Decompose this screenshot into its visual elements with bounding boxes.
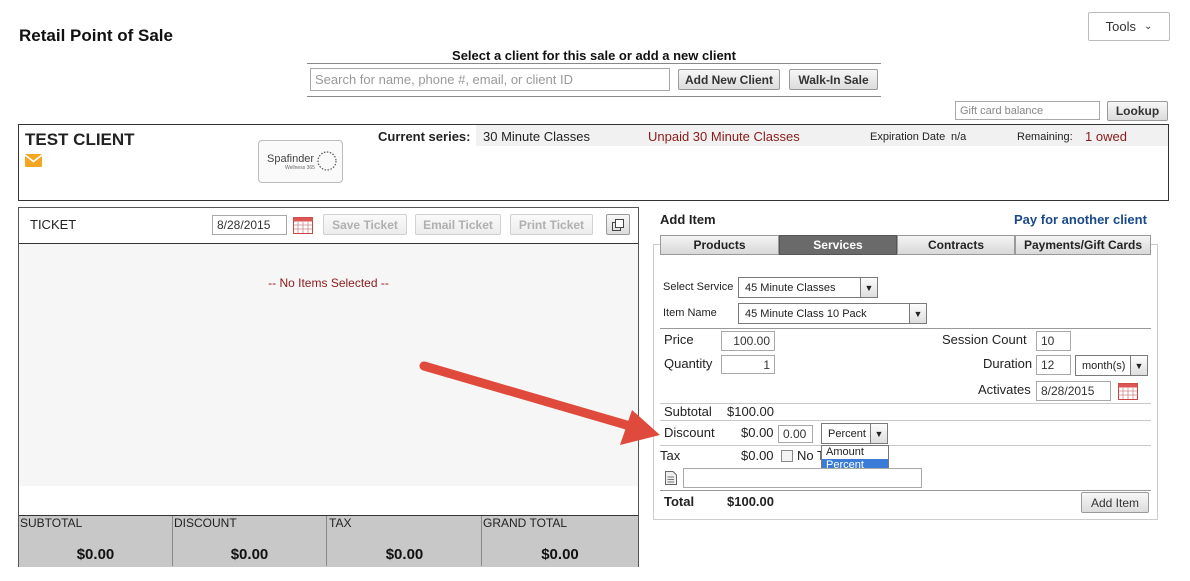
calendar-icon[interactable] [293, 215, 313, 234]
ticket-title: TICKET [30, 217, 77, 232]
option-amount[interactable]: Amount [822, 446, 888, 459]
tools-button[interactable]: Tools ⌄ [1088, 12, 1170, 41]
discount-total-value: $0.00 [230, 546, 269, 563]
logo-text: Spafinder [267, 153, 315, 165]
select-service-label: Select Service [663, 281, 734, 293]
unpaid-series-link[interactable]: Unpaid 30 Minute Classes [648, 129, 800, 144]
expand-ticket-button[interactable] [606, 214, 630, 235]
lookup-button[interactable]: Lookup [1107, 101, 1168, 121]
grand-total-label: GRAND TOTAL [483, 516, 568, 530]
tax-label: Tax [660, 448, 681, 463]
tax-total-label: TAX [329, 516, 352, 530]
save-ticket-button[interactable]: Save Ticket [323, 214, 407, 235]
current-series-label: Current series: [378, 129, 471, 144]
expiration-value: n/a [951, 131, 967, 143]
dropdown-arrow-icon: ▼ [1130, 356, 1147, 375]
select-service-dropdown[interactable]: 45 Minute Classes ▼ [738, 277, 878, 298]
total-label: Total [664, 494, 695, 509]
print-ticket-button[interactable]: Print Ticket [510, 214, 593, 235]
quantity-label: Quantity [664, 356, 713, 371]
tab-contracts[interactable]: Contracts [897, 235, 1015, 255]
subtotal-value: $100.00 [727, 404, 774, 419]
discount-type-value: Percent [828, 427, 866, 440]
subtotal-label: SUBTOTAL [20, 516, 83, 530]
quantity-input[interactable]: 1 [721, 355, 775, 374]
grand-total-value: $0.00 [541, 546, 579, 563]
add-new-client-button[interactable]: Add New Client [678, 69, 780, 90]
duration-unit-dropdown[interactable]: month(s) ▼ [1075, 355, 1148, 376]
grand-total-cell: GRAND TOTAL $0.00 [482, 516, 638, 566]
dropdown-arrow-icon: ▼ [870, 424, 887, 443]
item-name-label: Item Name [663, 307, 717, 319]
discount-total-label: DISCOUNT [174, 516, 237, 530]
item-notes-input[interactable] [683, 468, 922, 488]
no-items-text: -- No Items Selected -- [268, 276, 389, 290]
item-name-value: 45 Minute Class 10 Pack [745, 307, 867, 320]
gift-card-input[interactable]: Gift card balance [955, 101, 1100, 120]
subtotal-cell: SUBTOTAL $0.00 [19, 516, 173, 566]
walk-in-sale-button[interactable]: Walk-In Sale [789, 69, 878, 90]
item-name-dropdown[interactable]: 45 Minute Class 10 Pack ▼ [738, 303, 927, 324]
client-select-heading: Select a client for this sale or add a n… [452, 48, 736, 63]
duration-input[interactable]: 12 [1036, 355, 1071, 375]
expiration-label: Expiration Date [870, 131, 946, 143]
activates-label: Activates [978, 382, 1031, 397]
email-icon[interactable] [24, 154, 43, 170]
tax-cell: TAX $0.00 [328, 516, 482, 566]
session-count-label: Session Count [942, 332, 1027, 347]
session-count-input[interactable]: 10 [1036, 331, 1071, 351]
total-value: $100.00 [727, 494, 774, 509]
add-item-title: Add Item [660, 212, 716, 227]
duration-label: Duration [983, 356, 1033, 371]
tools-label: Tools [1105, 19, 1136, 34]
ticket-date-input[interactable]: 8/28/2015 [212, 215, 287, 235]
tab-payments-gift-cards[interactable]: Payments/Gift Cards [1015, 235, 1151, 255]
discount-label: Discount [664, 425, 715, 440]
email-ticket-button[interactable]: Email Ticket [415, 214, 501, 235]
duration-unit-value: month(s) [1082, 359, 1126, 372]
discount-input[interactable]: 0.00 [778, 425, 813, 443]
discount-type-dropdown[interactable]: Percent ▼ [821, 423, 888, 444]
price-input[interactable]: 100.00 [721, 331, 775, 351]
chevron-down-icon: ⌄ [1143, 21, 1153, 32]
tax-value: $0.00 [741, 448, 774, 463]
pay-another-client-link[interactable]: Pay for another client [1014, 212, 1147, 227]
tax-total-value: $0.00 [385, 546, 424, 563]
activates-date-input[interactable]: 8/28/2015 [1036, 381, 1111, 401]
logo-subtext: Wellness 365 [285, 165, 315, 171]
client-name[interactable]: TEST CLIENT [25, 130, 135, 150]
price-label: Price [664, 332, 694, 347]
subtotal-value: $0.00 [76, 546, 115, 563]
dropdown-arrow-icon: ▼ [860, 278, 877, 297]
discount-cell: DISCOUNT $0.00 [173, 516, 327, 566]
tab-services[interactable]: Services [779, 235, 897, 255]
tab-products[interactable]: Products [660, 235, 779, 255]
add-item-button[interactable]: Add Item [1081, 492, 1149, 513]
calendar-icon[interactable] [1118, 381, 1138, 400]
remaining-value: 1 owed [1085, 129, 1127, 144]
client-search-input[interactable]: Search for name, phone #, email, or clie… [310, 68, 670, 91]
remaining-label: Remaining: [1017, 131, 1073, 143]
discount-value: $0.00 [741, 425, 774, 440]
popout-icon [612, 218, 624, 231]
note-icon [665, 471, 677, 485]
no-tax-checkbox[interactable] [781, 450, 793, 462]
page-title: Retail Point of Sale [19, 26, 173, 45]
current-series-value: 30 Minute Classes [483, 129, 590, 144]
subtotal-label: Subtotal [664, 404, 712, 419]
dropdown-arrow-icon: ▼ [909, 304, 926, 323]
select-service-value: 45 Minute Classes [745, 281, 836, 294]
spafinder-logo: Spafinder Wellness 365 [258, 140, 343, 183]
